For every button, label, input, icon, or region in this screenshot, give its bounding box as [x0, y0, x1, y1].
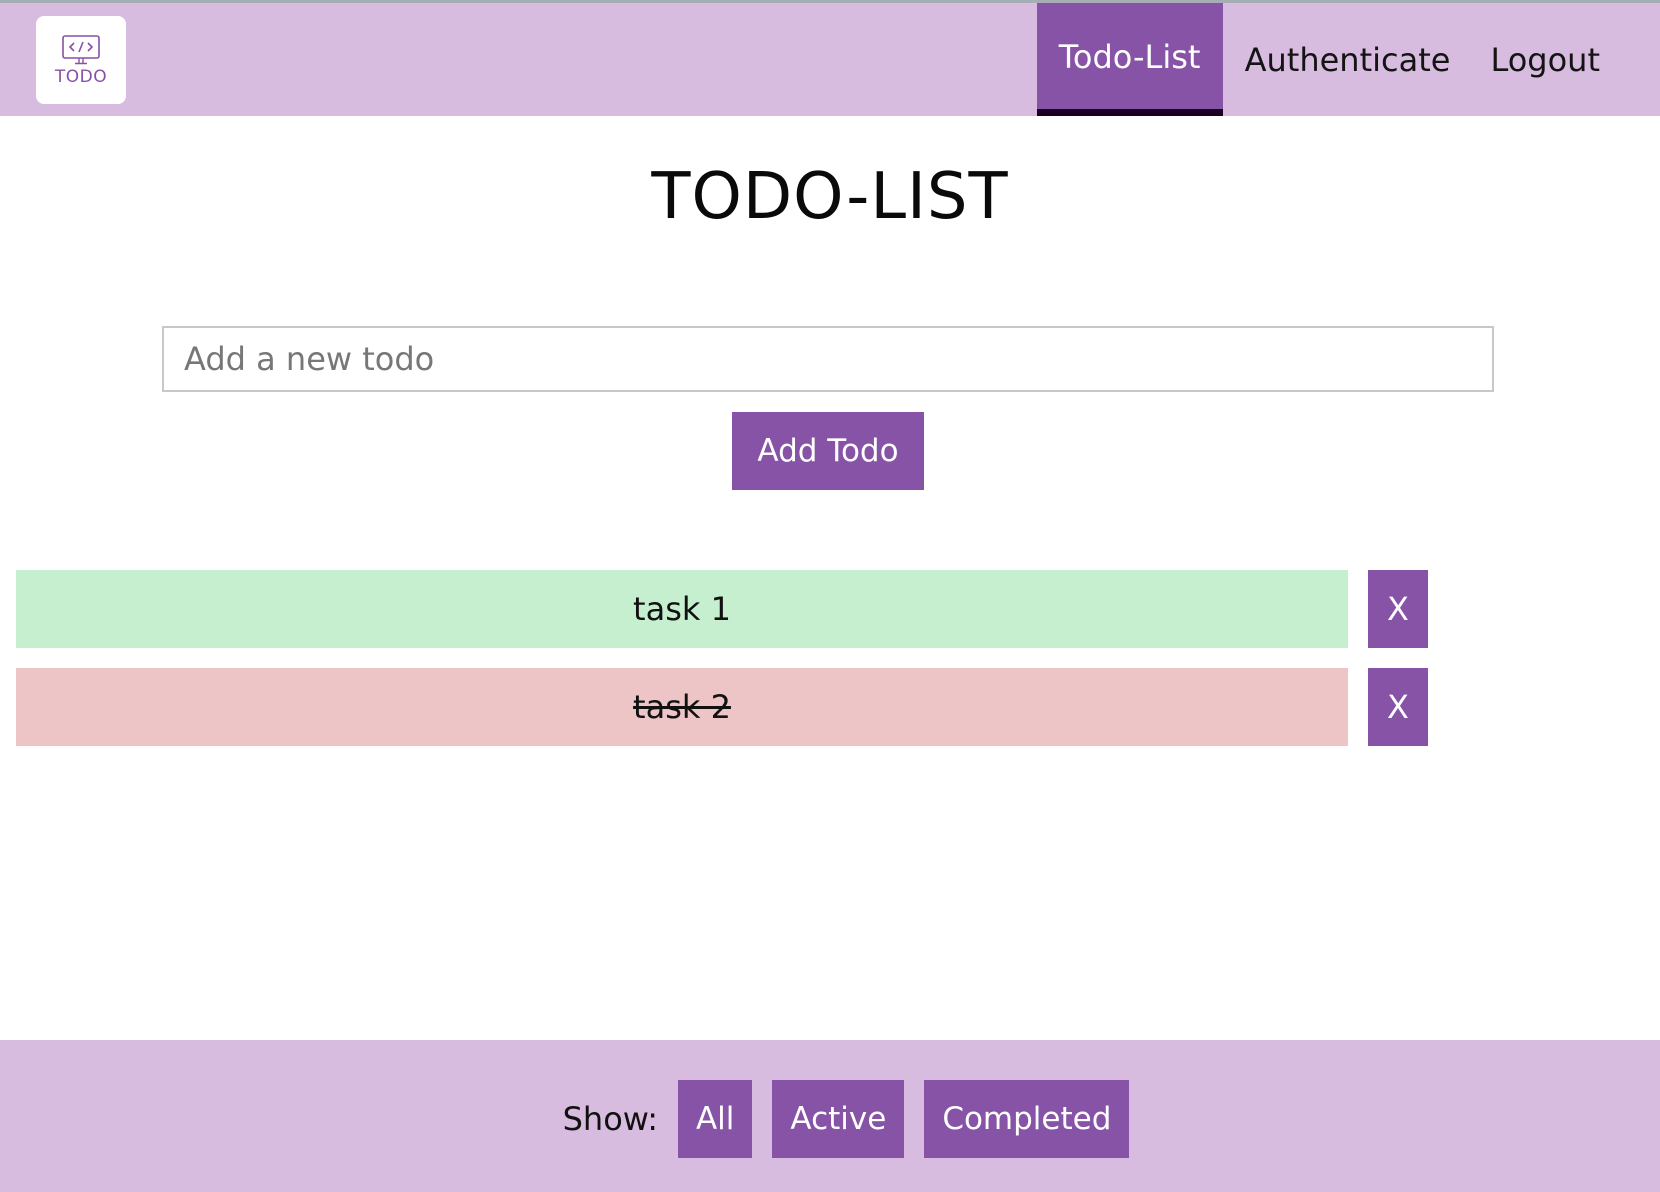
- todo-text: task 2: [633, 688, 731, 726]
- new-todo-input[interactable]: [162, 326, 1494, 392]
- delete-todo-button[interactable]: X: [1368, 668, 1428, 746]
- filter-active-button[interactable]: Active: [772, 1080, 905, 1158]
- todo-item-completed[interactable]: task 1: [16, 570, 1348, 648]
- code-monitor-icon: [62, 34, 100, 64]
- todo-row: task 1 X: [16, 570, 1428, 648]
- filter-bar: Show: All Active Completed: [0, 1080, 1660, 1158]
- nav-authenticate[interactable]: Authenticate: [1225, 3, 1471, 116]
- app-logo[interactable]: TODO: [36, 16, 126, 104]
- delete-todo-button[interactable]: X: [1368, 570, 1428, 648]
- todo-app: TODO Todo-List Authenticate Logout TODO-…: [0, 0, 1660, 1192]
- top-navbar: TODO Todo-List Authenticate Logout: [0, 0, 1660, 116]
- todo-item-active[interactable]: task 2: [16, 668, 1348, 746]
- filter-all-button[interactable]: All: [677, 1080, 753, 1158]
- nav-todo-list[interactable]: Todo-List: [1036, 3, 1223, 116]
- logo-text: TODO: [54, 66, 108, 87]
- nav-logout[interactable]: Logout: [1470, 3, 1660, 116]
- todo-row: task 2 X: [16, 668, 1428, 746]
- filter-footer: Show: All Active Completed: [0, 1040, 1660, 1192]
- main-nav: Todo-List Authenticate Logout: [1036, 3, 1660, 116]
- todo-text: task 1: [633, 590, 731, 628]
- page-title: TODO-LIST: [651, 160, 1009, 234]
- show-label: Show:: [562, 1100, 658, 1138]
- add-todo-button[interactable]: Add Todo: [732, 412, 924, 490]
- filter-completed-button[interactable]: Completed: [924, 1080, 1130, 1158]
